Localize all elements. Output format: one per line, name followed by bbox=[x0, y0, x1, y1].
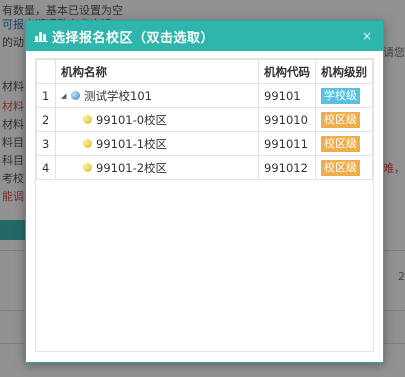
row-index: 2 bbox=[36, 107, 56, 132]
level-badge: 学校级 bbox=[321, 87, 360, 104]
table-row[interactable]: 4 99101-2校区 991012 校区级 bbox=[36, 155, 373, 180]
org-level-cell: 校区级 bbox=[315, 131, 373, 156]
column-name[interactable]: 机构名称 bbox=[55, 59, 259, 84]
org-code: 991010 bbox=[258, 107, 316, 132]
campus-table: 机构名称 机构代码 机构级别 1 ◢ 测试学校101 99101 学校级 2 9… bbox=[36, 59, 373, 180]
dialog-header: 选择报名校区（双击选取） × bbox=[26, 21, 383, 51]
column-code[interactable]: 机构代码 bbox=[258, 59, 316, 84]
campus-node-icon bbox=[83, 115, 92, 124]
column-index bbox=[36, 59, 56, 84]
level-badge: 校区级 bbox=[321, 111, 360, 128]
close-icon[interactable]: × bbox=[359, 28, 375, 44]
org-name: 测试学校101 bbox=[84, 88, 152, 103]
org-name-cell[interactable]: ◢ 测试学校101 bbox=[55, 83, 259, 108]
dialog-title: 选择报名校区（双击选取） bbox=[52, 30, 215, 46]
collapse-arrow-icon[interactable]: ◢ bbox=[61, 92, 69, 100]
table-header-row: 机构名称 机构代码 机构级别 bbox=[36, 59, 373, 84]
org-name: 99101-1校区 bbox=[96, 136, 168, 151]
level-badge: 校区级 bbox=[321, 159, 360, 176]
school-node-icon bbox=[71, 91, 80, 100]
campus-node-icon bbox=[83, 163, 92, 172]
org-code: 991011 bbox=[258, 131, 316, 156]
table-row[interactable]: 3 99101-1校区 991011 校区级 bbox=[36, 131, 373, 156]
select-campus-dialog: 选择报名校区（双击选取） × 机构名称 机构代码 机构级别 1 ◢ 测试学校10… bbox=[25, 20, 384, 363]
table-row[interactable]: 2 99101-0校区 991010 校区级 bbox=[36, 107, 373, 132]
column-level[interactable]: 机构级别 bbox=[315, 59, 373, 84]
org-code: 991012 bbox=[258, 155, 316, 180]
org-level-cell: 学校级 bbox=[315, 83, 373, 108]
table-row[interactable]: 1 ◢ 测试学校101 99101 学校级 bbox=[36, 83, 373, 108]
level-badge: 校区级 bbox=[321, 135, 360, 152]
org-level-cell: 校区级 bbox=[315, 107, 373, 132]
campus-node-icon bbox=[83, 139, 92, 148]
row-index: 1 bbox=[36, 83, 56, 108]
org-name: 99101-2校区 bbox=[96, 160, 168, 175]
org-name-cell[interactable]: 99101-0校区 bbox=[55, 107, 259, 132]
org-name-cell[interactable]: 99101-2校区 bbox=[55, 155, 259, 180]
chart-icon bbox=[34, 30, 48, 42]
org-level-cell: 校区级 bbox=[315, 155, 373, 180]
org-name: 99101-0校区 bbox=[96, 112, 168, 127]
org-code: 99101 bbox=[258, 83, 316, 108]
row-index: 3 bbox=[36, 131, 56, 156]
dialog-body: 机构名称 机构代码 机构级别 1 ◢ 测试学校101 99101 学校级 2 9… bbox=[35, 58, 374, 352]
row-index: 4 bbox=[36, 155, 56, 180]
org-name-cell[interactable]: 99101-1校区 bbox=[55, 131, 259, 156]
